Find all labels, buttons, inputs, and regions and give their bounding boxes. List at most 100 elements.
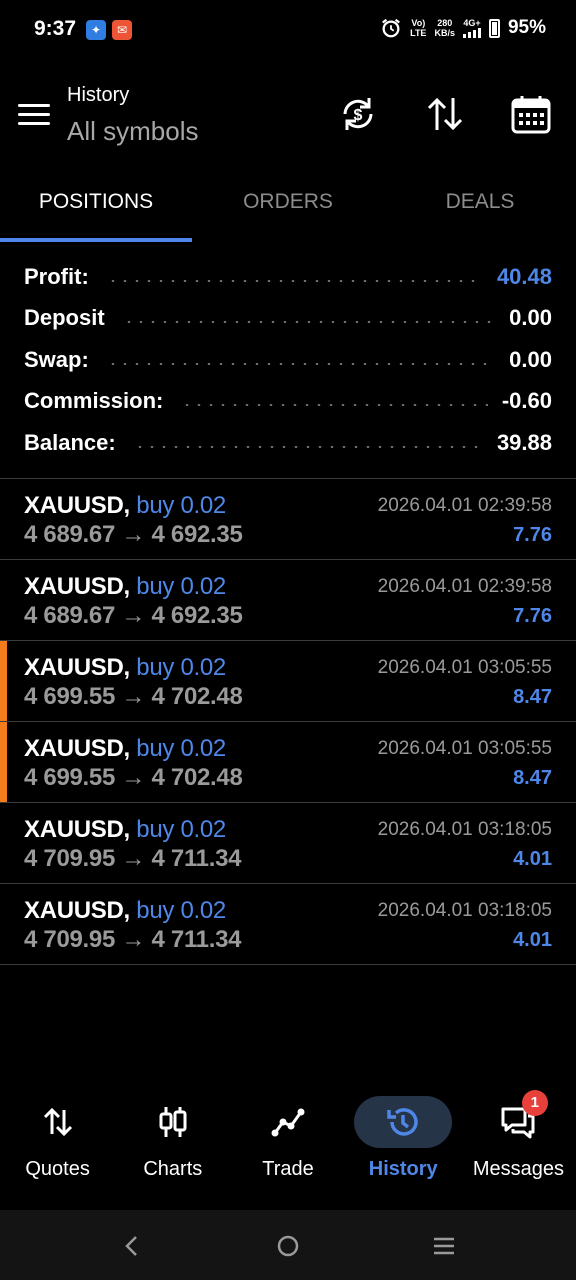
- summary-balance-row: Balance: 39.88: [24, 422, 552, 464]
- position-time: 2026.04.01 03:05:55: [377, 657, 552, 678]
- swap-label: Swap:: [24, 346, 89, 372]
- symbol-filter[interactable]: All symbols: [67, 116, 198, 147]
- summary-profit-row: Profit: 40.48: [24, 256, 552, 298]
- history-tabs: POSITIONS ORDERS DEALS: [0, 170, 576, 242]
- nav-messages[interactable]: 1 Messages: [461, 1088, 576, 1208]
- calendar-icon[interactable]: [509, 92, 553, 136]
- position-time: 2026.04.01 02:39:58: [377, 495, 552, 516]
- battery-icon: [488, 18, 500, 38]
- position-row[interactable]: XAUUSD, buy 0.02 4 699.55 → 4 702.48 202…: [0, 641, 576, 722]
- page-title: History: [67, 84, 130, 106]
- position-side: buy 0.02: [136, 735, 226, 762]
- position-prices: 4 689.67 → 4 692.35: [24, 521, 243, 548]
- back-icon[interactable]: [118, 1232, 146, 1260]
- position-side: buy 0.02: [136, 492, 226, 519]
- app-header: History All symbols $: [0, 78, 576, 158]
- battery-level: 95%: [507, 17, 546, 38]
- position-prices: 4 709.95 → 4 711.34: [24, 926, 242, 953]
- dotted-leader: [106, 362, 496, 365]
- nav-quotes[interactable]: Quotes: [0, 1088, 115, 1208]
- tab-positions[interactable]: POSITIONS: [0, 170, 192, 242]
- position-symbol: XAUUSD, buy 0.02: [24, 735, 226, 762]
- status-time: 9:37: [34, 17, 77, 40]
- positions-list: XAUUSD, buy 0.02 4 689.67 → 4 692.35 202…: [0, 479, 576, 965]
- position-profit: 8.47: [513, 686, 552, 708]
- position-symbol: XAUUSD, buy 0.02: [24, 816, 226, 843]
- position-side: buy 0.02: [136, 816, 226, 843]
- position-symbol: XAUUSD, buy 0.02: [24, 573, 226, 600]
- menu-icon[interactable]: [18, 104, 50, 128]
- recents-icon[interactable]: [430, 1232, 458, 1260]
- profit-label: Profit:: [24, 263, 89, 289]
- position-prices: 4 699.55 → 4 702.48: [24, 683, 243, 710]
- position-time: 2026.04.01 03:18:05: [377, 900, 552, 921]
- position-row[interactable]: XAUUSD, buy 0.02 4 709.95 → 4 711.34 202…: [0, 884, 576, 965]
- position-time: 2026.04.01 02:39:58: [377, 576, 552, 597]
- nav-label: Quotes: [25, 1158, 90, 1180]
- tab-deals[interactable]: DEALS: [384, 170, 576, 242]
- history-icon: [387, 1108, 418, 1136]
- position-side: buy 0.02: [136, 654, 226, 681]
- status-bar: 9:37 ✦ ✉ Vo) LTE 280 KB/s 4G+ 95%: [0, 0, 576, 60]
- nav-charts[interactable]: Charts: [115, 1088, 230, 1208]
- position-prices: 4 709.95 → 4 711.34: [24, 845, 242, 872]
- account-summary: Profit: 40.48 Deposit 0.00 Swap: 0.00 Co…: [24, 256, 552, 464]
- balance-label: Balance:: [24, 429, 116, 455]
- position-prices: 4 699.55 → 4 702.48: [24, 764, 243, 791]
- network-speed: 280 KB/s: [434, 18, 455, 38]
- sort-icon[interactable]: [423, 92, 467, 136]
- position-profit: 7.76: [513, 524, 552, 546]
- alarm-icon: [382, 18, 401, 38]
- home-icon[interactable]: [274, 1232, 302, 1260]
- nav-label: History: [368, 1158, 438, 1180]
- nav-label: Trade: [262, 1158, 314, 1180]
- deposit-label: Deposit: [24, 305, 105, 331]
- swap-value: 0.00: [509, 346, 552, 372]
- tab-orders[interactable]: ORDERS: [192, 170, 384, 242]
- summary-commission-row: Commission: -0.60: [24, 381, 552, 423]
- balance-value: 39.88: [496, 429, 552, 455]
- nav-label: Charts: [143, 1158, 203, 1180]
- currency-refresh-icon[interactable]: $: [336, 92, 380, 136]
- unread-badge: 1: [521, 1090, 548, 1116]
- charts-icon: [159, 1107, 187, 1137]
- position-row[interactable]: XAUUSD, buy 0.02 4 699.55 → 4 702.48 202…: [0, 722, 576, 803]
- position-profit: 8.47: [513, 767, 552, 789]
- profit-value: 40.48: [496, 263, 552, 289]
- nav-label: Messages: [472, 1158, 564, 1180]
- status-indicators: Vo) LTE 280 KB/s 4G+ 95%: [380, 17, 546, 39]
- position-row[interactable]: XAUUSD, buy 0.02 4 709.95 → 4 711.34 202…: [0, 803, 576, 884]
- dotted-leader: [122, 321, 496, 324]
- trade-icon: [271, 1108, 305, 1137]
- nav-history[interactable]: History: [346, 1088, 461, 1208]
- system-nav-bar: [0, 1210, 576, 1280]
- signal-bars-icon: [462, 28, 481, 38]
- position-time: 2026.04.01 03:05:55: [377, 738, 552, 759]
- position-symbol: XAUUSD, buy 0.02: [24, 897, 226, 924]
- position-profit: 4.01: [513, 848, 552, 870]
- position-symbol: XAUUSD, buy 0.02: [24, 654, 226, 681]
- commission-value: -0.60: [501, 388, 552, 414]
- position-row[interactable]: XAUUSD, buy 0.02 4 689.67 → 4 692.35 202…: [0, 479, 576, 560]
- position-profit: 7.76: [513, 605, 552, 627]
- dotted-leader: [181, 404, 488, 407]
- position-profit: 4.01: [513, 929, 552, 951]
- bottom-nav: Quotes Charts Trade History 1 Messages: [0, 1088, 576, 1208]
- position-row[interactable]: XAUUSD, buy 0.02 4 689.67 → 4 692.35 202…: [0, 560, 576, 641]
- quotes-icon: [43, 1107, 72, 1137]
- position-time: 2026.04.01 03:18:05: [377, 819, 552, 840]
- position-side: buy 0.02: [136, 573, 226, 600]
- volte-indicator: Vo) LTE: [410, 18, 427, 38]
- summary-swap-row: Swap: 0.00: [24, 339, 552, 381]
- summary-deposit-row: Deposit 0.00: [24, 298, 552, 340]
- svg-text:$: $: [354, 107, 363, 124]
- dotted-leader: [106, 279, 483, 282]
- nav-trade[interactable]: Trade: [230, 1088, 345, 1208]
- position-symbol: XAUUSD, buy 0.02: [24, 492, 226, 519]
- position-prices: 4 689.67 → 4 692.35: [24, 602, 243, 629]
- cell-signal: 4G+: [462, 18, 481, 38]
- app-notification-icon: ✦: [86, 20, 106, 40]
- commission-label: Commission:: [24, 388, 164, 414]
- position-side: buy 0.02: [136, 897, 226, 924]
- dotted-leader: [133, 445, 483, 448]
